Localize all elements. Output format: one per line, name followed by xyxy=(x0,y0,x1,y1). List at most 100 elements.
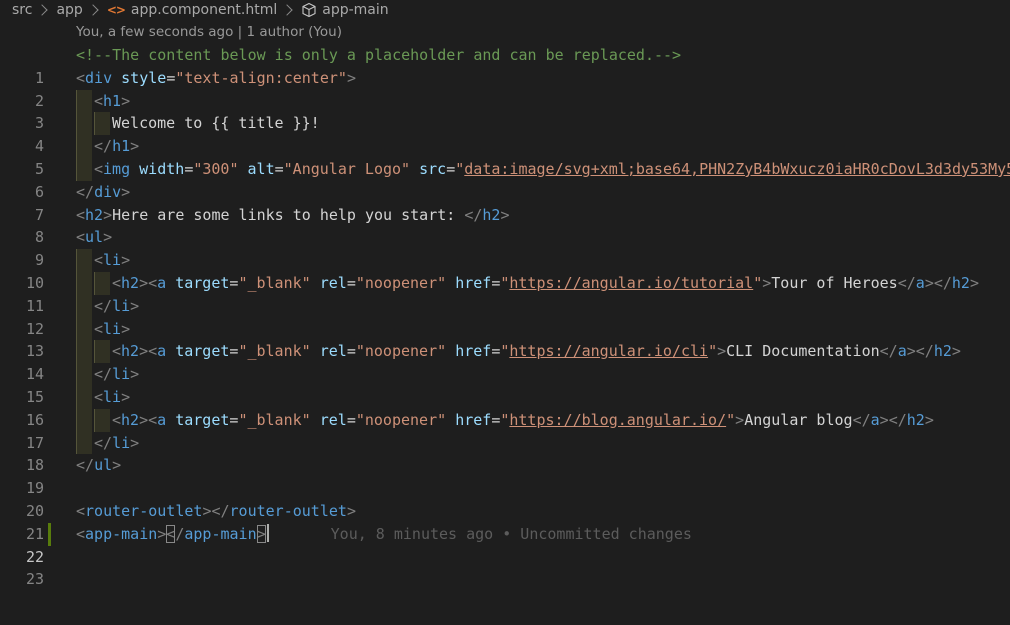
code-tag: li xyxy=(103,319,122,338)
code-link[interactable]: https://blog.angular.io/ xyxy=(509,411,726,429)
code-punct: = xyxy=(491,342,501,361)
code-punct: > xyxy=(112,456,122,475)
breadcrumb-item-app[interactable]: app xyxy=(56,2,82,18)
code-text: CLI Documentation xyxy=(726,342,880,361)
code-punct: > xyxy=(500,205,510,224)
breadcrumb-item-symbol[interactable]: app-main xyxy=(322,2,388,18)
code-tag: h2 xyxy=(951,273,970,292)
code-punct: < xyxy=(76,68,86,87)
breadcrumb-item-src[interactable]: src xyxy=(12,2,32,18)
code-punct: </ xyxy=(852,410,871,429)
code-editor[interactable]: 1 <!--The content below is only a placeh… xyxy=(0,44,1010,625)
code-string: "noopener" xyxy=(355,410,447,429)
code-string: "_blank" xyxy=(238,273,311,292)
code-punct: < xyxy=(112,342,122,361)
code-line: 15 </li> xyxy=(0,363,1010,406)
code-line: 14 <h2><a target="_blank" rel="noopener"… xyxy=(0,340,1010,383)
code-string: "text-align:center" xyxy=(175,68,347,87)
code-line: 19 </ul> xyxy=(0,454,1010,497)
code-tag: li xyxy=(103,251,122,270)
code-punct: </ xyxy=(915,342,934,361)
code-punct: = xyxy=(346,342,356,361)
code-link[interactable]: data:image/svg+xml;base64,PHN2ZyB4bWxucz… xyxy=(464,160,1010,178)
code-punct: > xyxy=(139,410,149,429)
code-punct: > xyxy=(103,228,113,247)
code-punct: = xyxy=(491,410,501,429)
code-line: 13 <li> xyxy=(0,317,1010,360)
code-line: 2 <div style="text-align:center"> xyxy=(0,67,1010,110)
code-comment: <!--The content below is only a placehol… xyxy=(76,46,682,64)
code-line: 6 <img width="300" alt="Angular Logo" sr… xyxy=(0,157,1010,201)
code-tag: li xyxy=(103,387,122,406)
code-punct: = xyxy=(446,159,456,178)
code-link[interactable]: https://angular.io/tutorial xyxy=(509,274,753,292)
code-punct: < xyxy=(76,205,86,224)
code-punct: < xyxy=(76,228,86,247)
symbol-class-icon xyxy=(302,2,316,18)
code-tag: img xyxy=(103,159,131,178)
code-punct: > xyxy=(879,410,889,429)
code-tag: a xyxy=(157,410,167,429)
html-file-icon: <> xyxy=(106,3,126,17)
indent-guide xyxy=(94,112,110,136)
code-punct: > xyxy=(256,524,266,543)
code-tag: ul xyxy=(94,456,113,475)
code-text: Here are some links to help you start: xyxy=(112,205,465,224)
code-punct: </ xyxy=(76,456,95,475)
code-tag: div xyxy=(85,68,113,87)
code-punct: > xyxy=(139,273,149,292)
code-string: " xyxy=(726,410,736,429)
code-punct: </ xyxy=(933,273,952,292)
codelens-blame[interactable]: You, a few seconds ago | 1 author (You) xyxy=(76,24,342,44)
indent-guide xyxy=(76,249,92,272)
indent-guide xyxy=(94,408,110,432)
code-punct: = xyxy=(184,159,194,178)
code-tag: li xyxy=(112,433,131,452)
code-line: 3 <h1> xyxy=(0,89,1010,132)
inline-blame[interactable]: You, 8 minutes ago • Uncommitted changes xyxy=(331,525,692,543)
chevron-right-icon xyxy=(87,4,99,16)
breadcrumb-item-file[interactable]: app.component.html xyxy=(131,2,277,18)
code-tag: a xyxy=(897,342,907,361)
code-punct: > xyxy=(951,342,961,361)
code-punct: </ xyxy=(76,182,95,201)
code-string: "300" xyxy=(193,159,239,178)
code-tag: a xyxy=(157,273,167,292)
code-tag: li xyxy=(112,296,131,315)
code-line: 23 xyxy=(0,546,1010,588)
code-tag: ul xyxy=(85,228,104,247)
code-punct: < xyxy=(94,91,104,110)
code-punct: = xyxy=(346,273,356,292)
indent-guide xyxy=(76,112,92,136)
chevron-right-icon xyxy=(281,4,293,16)
indent-guide xyxy=(94,271,110,295)
code-line: 9 <ul> xyxy=(0,226,1010,269)
code-line: 21 <router-outlet></router-outlet> xyxy=(0,500,1010,543)
code-attr: href xyxy=(455,273,492,292)
code-line: 5 </h1> xyxy=(0,135,1010,178)
code-punct: </ xyxy=(94,137,113,156)
code-line: 8 <h2>Here are some links to help you st… xyxy=(0,204,1010,247)
code-tag: div xyxy=(94,182,122,201)
code-line: 12 </li> xyxy=(0,294,1010,338)
code-line: 1 <!--The content below is only a placeh… xyxy=(0,44,1010,87)
code-string: " xyxy=(753,273,763,292)
code-punct: = xyxy=(274,159,284,178)
code-tag: li xyxy=(112,365,131,384)
code-string: " xyxy=(455,159,465,178)
git-modified-indicator[interactable] xyxy=(48,522,51,546)
code-link[interactable]: https://angular.io/cli xyxy=(509,342,708,360)
code-punct: </ xyxy=(94,296,113,315)
code-line: 20 xyxy=(0,477,1010,520)
code-tag: h2 xyxy=(121,273,140,292)
code-tag: h1 xyxy=(112,137,131,156)
code-tag: h2 xyxy=(121,410,140,429)
code-tag: router-outlet xyxy=(229,501,347,520)
code-punct: = xyxy=(346,410,356,429)
code-line: 18 </li> xyxy=(0,431,1010,474)
code-string: "_blank" xyxy=(238,410,311,429)
indent-guide xyxy=(76,271,92,295)
code-punct: > xyxy=(103,205,113,224)
breadcrumb: src app <> app.component.html app-main xyxy=(0,0,1010,20)
code-attr: rel xyxy=(319,273,347,292)
